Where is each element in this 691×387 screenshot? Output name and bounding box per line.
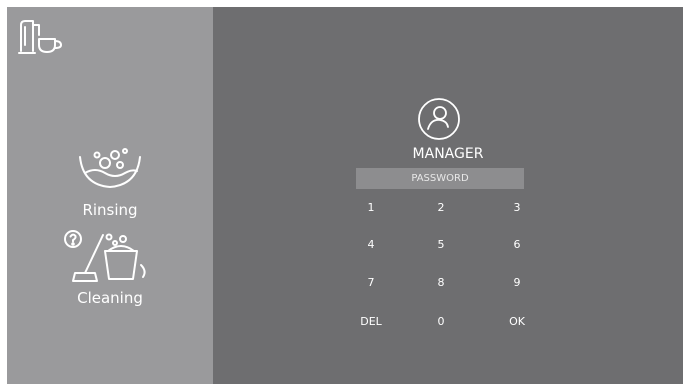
key-1[interactable]: 1: [351, 196, 391, 220]
key-4[interactable]: 4: [351, 233, 391, 257]
key-8[interactable]: 8: [421, 271, 461, 295]
user-name: MANAGER: [412, 146, 484, 162]
key-delete[interactable]: DEL: [351, 310, 391, 334]
key-0[interactable]: 0: [421, 310, 461, 334]
password-field[interactable]: [356, 168, 524, 189]
sidebar: Rinsing Cleaning: [7, 7, 213, 384]
key-ok[interactable]: OK: [497, 310, 537, 334]
screen-frame: Rinsing Cleaning MANAGER 1 2 3 4 5 6 7 8…: [7, 7, 683, 384]
key-3[interactable]: 3: [497, 196, 537, 220]
rinsing-icon: [79, 148, 141, 188]
sidebar-item-label: Cleaning: [77, 289, 143, 307]
sidebar-item-rinsing[interactable]: Rinsing: [7, 145, 213, 219]
user-avatar-icon: [418, 98, 460, 140]
login-panel: MANAGER 1 2 3 4 5 6 7 8 9 DEL 0 OK: [213, 7, 683, 384]
key-7[interactable]: 7: [351, 271, 391, 295]
coffee-machine-icon: [18, 20, 62, 54]
key-6[interactable]: 6: [497, 233, 537, 257]
cleaning-icon: [64, 230, 146, 282]
sidebar-item-cleaning[interactable]: Cleaning: [7, 229, 213, 307]
key-5[interactable]: 5: [421, 233, 461, 257]
key-9[interactable]: 9: [497, 271, 537, 295]
key-2[interactable]: 2: [421, 196, 461, 220]
sidebar-item-label: Rinsing: [82, 201, 138, 219]
